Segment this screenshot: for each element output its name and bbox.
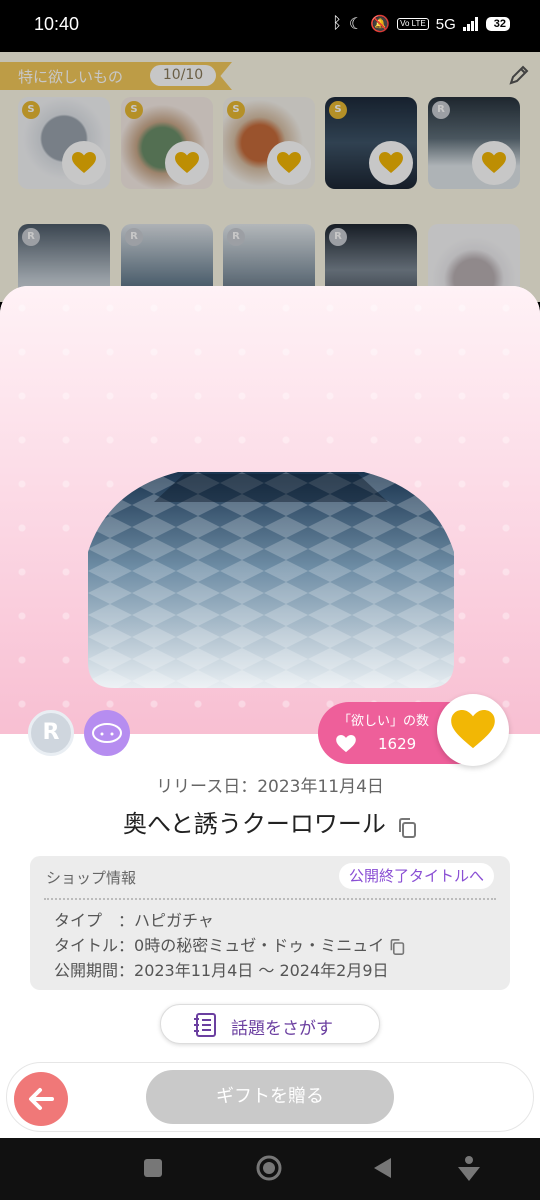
battery-icon: 32 xyxy=(485,17,510,31)
system-nav-bar xyxy=(0,1138,540,1200)
back-nav-icon[interactable] xyxy=(372,1157,392,1179)
heart-icon xyxy=(451,710,495,749)
shop-info-title: ショップ情報 xyxy=(46,869,137,887)
copy-icon[interactable] xyxy=(389,938,405,956)
recent-apps-icon[interactable] xyxy=(143,1158,163,1178)
want-count-value: 1629 xyxy=(378,735,417,753)
status-bar: 10:40 ᛒ ☾ 🔕 Vo LTE 5G 32 xyxy=(0,0,540,52)
moon-icon: ☾ xyxy=(348,16,364,33)
bluetooth-icon: ᛒ xyxy=(332,15,342,32)
mute-icon: 🔕 xyxy=(370,16,391,33)
status-icons: ᛒ ☾ 🔕 Vo LTE 5G 32 xyxy=(332,14,510,34)
rarity-badge: R xyxy=(28,710,74,756)
item-name: 奥へと誘うクーロワール xyxy=(123,810,386,838)
bottom-action-bar: ギフトを贈る xyxy=(6,1062,534,1132)
modal-overlay[interactable] xyxy=(0,52,540,302)
shop-info-box: ショップ情報 公開終了タイトルへ タイプ ：ハピガチャ タイトル：0時の秘密ミュ… xyxy=(30,856,510,990)
shop-row-type: タイプ ：ハピガチャ xyxy=(54,911,214,930)
item-image xyxy=(88,472,454,688)
shop-row-period: 公開期間：2023年11月4日 ～ 2024年2月9日 xyxy=(54,961,389,980)
gift-button[interactable]: ギフトを贈る xyxy=(146,1070,394,1124)
volte-icon: Vo LTE xyxy=(397,18,429,30)
notebook-icon xyxy=(194,1013,216,1037)
ended-title-link[interactable]: 公開終了タイトルへ xyxy=(338,863,494,889)
assistant-icon[interactable] xyxy=(456,1154,482,1182)
want-heart-button[interactable] xyxy=(437,694,509,766)
search-topic-label: 話題をさがす xyxy=(231,1019,333,1039)
release-date: リリース日：2023年11月4日 xyxy=(156,777,384,797)
item-detail-sheet: R 「欲しい」の数 1629 リリース日：2023年11月4日 奥へと誘うクーロ… xyxy=(0,286,540,1138)
item-preview xyxy=(0,286,540,734)
shop-row-title: タイトル：0時の秘密ミュゼ・ドゥ・ミニュイ xyxy=(54,932,405,956)
search-topic-button[interactable]: 話題をさがす xyxy=(160,1004,380,1044)
status-time: 10:40 xyxy=(34,14,80,34)
copy-icon[interactable] xyxy=(397,817,417,839)
divider xyxy=(44,898,496,900)
heart-icon xyxy=(336,735,356,753)
arrow-left-icon xyxy=(29,1088,54,1110)
item-name-row: 奥へと誘うクーロワール xyxy=(0,804,540,839)
category-icon xyxy=(84,710,130,756)
want-count-label: 「欲しい」の数 xyxy=(338,714,430,729)
signal-icon xyxy=(462,17,478,31)
back-button[interactable] xyxy=(14,1072,68,1126)
network-label: 5G xyxy=(435,15,456,33)
home-icon[interactable] xyxy=(256,1155,282,1181)
